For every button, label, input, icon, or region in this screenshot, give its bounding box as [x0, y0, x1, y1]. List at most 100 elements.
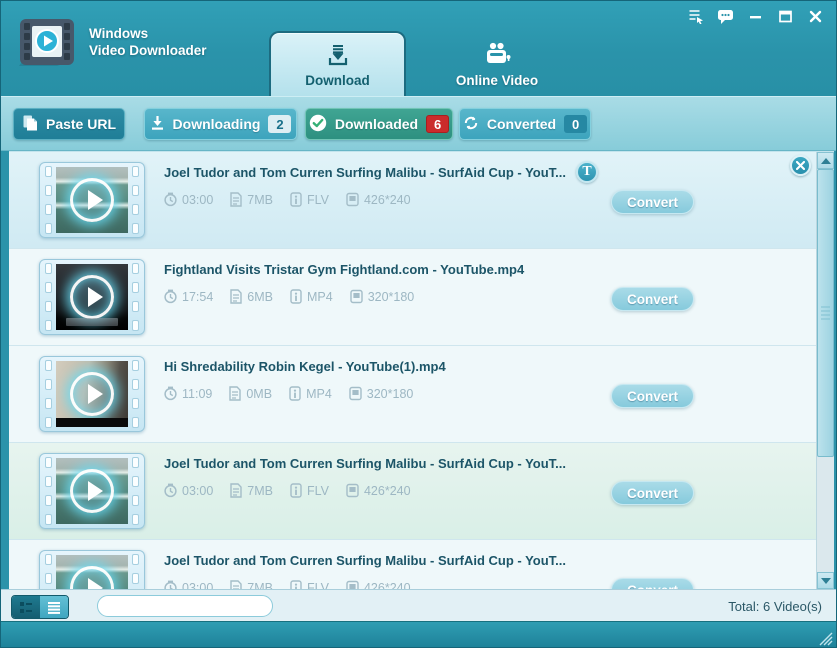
resolution-value: 426*240: [363, 192, 411, 207]
download-tray-icon: [271, 42, 404, 70]
video-list: Joel Tudor and Tom Curren Surfing Malibu…: [9, 151, 834, 589]
scroll-down-button[interactable]: [817, 572, 834, 589]
video-row[interactable]: Joel Tudor and Tom Curren Surfing Malibu…: [9, 152, 816, 249]
format-value: MP4: [306, 289, 333, 304]
close-button[interactable]: [807, 8, 824, 24]
video-title: Fightland Visits Tristar Gym Fightland.c…: [164, 261, 525, 277]
thumbnail-view-icon: [20, 601, 32, 613]
video-rows: Joel Tudor and Tom Curren Surfing Malibu…: [9, 152, 816, 589]
play-icon[interactable]: [70, 372, 114, 416]
video-row[interactable]: Hi Shredability Robin Kegel - YouTube(1)…: [9, 346, 816, 443]
duration-value: 11:09: [182, 386, 213, 401]
format-value: FLV: [306, 192, 329, 207]
resolution-value: 426*240: [363, 483, 411, 498]
app-window: Windows Video Downloader Download Online…: [0, 0, 837, 648]
resolution-value: 320*180: [367, 289, 415, 304]
video-meta: 03:00 7MB FLV 426*240: [164, 580, 411, 589]
play-icon[interactable]: [70, 469, 114, 513]
video-meta: 11:09 0MB MP4 320*180: [164, 386, 413, 401]
tab-download[interactable]: Download: [269, 31, 406, 96]
scroll-thumb-grip: [821, 304, 830, 323]
video-meta: 03:00 7MB FLV 426*240: [164, 483, 411, 498]
tab-online-video[interactable]: Online Video: [429, 31, 565, 96]
toolbar: Paste URL Downloading 2 Downloaded 6 Con…: [1, 96, 836, 246]
resolution-value: 426*240: [363, 580, 411, 590]
duration-value: 03:00: [182, 192, 214, 207]
arrow-up-icon: [820, 157, 831, 164]
app-title: Windows Video Downloader: [89, 26, 207, 58]
play-icon[interactable]: [70, 178, 114, 222]
convert-button[interactable]: Convert: [611, 287, 694, 311]
size-value: 6MB: [247, 289, 273, 304]
arrow-down-icon: [820, 577, 831, 584]
convert-button[interactable]: Convert: [611, 578, 694, 589]
form-select-icon[interactable]: [687, 8, 704, 24]
search-box: [97, 595, 273, 617]
thumbnail-view-button[interactable]: [12, 596, 40, 618]
downloading-count-badge: 2: [268, 115, 292, 133]
paste-document-icon: [22, 114, 38, 135]
check-circle-icon: [309, 114, 327, 135]
size-value: 7MB: [247, 483, 273, 498]
chat-icon[interactable]: [717, 8, 734, 24]
video-meta: 03:00 7MB FLV 426*240: [164, 192, 411, 207]
format-value: FLV: [306, 580, 329, 590]
size-value: 7MB: [247, 580, 273, 590]
video-meta: 17:54 6MB MP4 320*180: [164, 289, 414, 304]
video-title: Joel Tudor and Tom Curren Surfing Malibu…: [164, 455, 567, 471]
video-row[interactable]: Fightland Visits Tristar Gym Fightland.c…: [9, 249, 816, 346]
list-view-button[interactable]: [40, 596, 68, 618]
scrollbar: [816, 152, 834, 589]
filter-downloading-button[interactable]: Downloading 2: [144, 108, 297, 140]
resize-grip[interactable]: [819, 632, 833, 646]
paste-url-button[interactable]: Paste URL: [13, 108, 125, 140]
converted-count-badge: 0: [564, 115, 588, 133]
window-controls: [687, 8, 824, 24]
row-close-button[interactable]: [790, 155, 811, 176]
play-icon[interactable]: [70, 275, 114, 319]
search-input[interactable]: [112, 598, 271, 614]
convert-button[interactable]: Convert: [611, 384, 694, 408]
filter-downloaded-button[interactable]: Downloaded 6: [305, 108, 453, 140]
format-value: MP4: [306, 386, 332, 401]
tab-online-video-label: Online Video: [455, 73, 539, 88]
downloading-label: Downloading: [172, 116, 261, 132]
title-tag-badge: T: [576, 161, 599, 183]
video-title: Hi Shredability Robin Kegel - YouTube(1)…: [164, 358, 446, 374]
size-value: 7MB: [247, 192, 273, 207]
duration-value: 03:00: [182, 580, 214, 590]
video-thumbnail-filmstrip: [39, 356, 145, 432]
converted-label: Converted: [486, 116, 557, 132]
filter-converted-button[interactable]: Converted 0: [459, 108, 591, 140]
video-row[interactable]: Joel Tudor and Tom Curren Surfing Malibu…: [9, 443, 816, 540]
size-value: 0MB: [246, 386, 273, 401]
scroll-thumb[interactable]: [817, 169, 834, 457]
minimize-button[interactable]: [747, 8, 764, 24]
total-count: Total: 6 Video(s): [728, 598, 822, 614]
video-title: Joel Tudor and Tom Curren Surfing Malibu…: [164, 164, 567, 180]
paste-url-label: Paste URL: [45, 116, 117, 132]
downloaded-count-badge: 6: [426, 115, 450, 133]
video-camera-icon: [429, 40, 565, 68]
duration-value: 03:00: [182, 483, 214, 498]
view-toggle: [11, 595, 69, 619]
video-row[interactable]: Joel Tudor and Tom Curren Surfing Malibu…: [9, 540, 816, 589]
play-icon[interactable]: [70, 566, 114, 589]
convert-button[interactable]: Convert: [611, 190, 694, 214]
resolution-value: 320*180: [366, 386, 414, 401]
bottom-frame: [1, 621, 836, 647]
video-thumbnail-filmstrip: [39, 550, 145, 589]
list-view-icon: [48, 601, 60, 614]
maximize-button[interactable]: [777, 8, 794, 24]
download-arrow-icon: [150, 115, 165, 134]
app-logo-filmstrip-play-icon: [17, 16, 77, 72]
video-thumbnail-filmstrip: [39, 162, 145, 238]
convert-button[interactable]: Convert: [611, 481, 694, 505]
titlebar: Windows Video Downloader Download Online…: [1, 1, 836, 96]
format-value: FLV: [306, 483, 329, 498]
scroll-up-button[interactable]: [817, 152, 834, 169]
refresh-icon: [463, 115, 479, 134]
video-thumbnail-filmstrip: [39, 259, 145, 335]
duration-value: 17:54: [182, 289, 214, 304]
downloaded-label: Downloaded: [334, 116, 419, 132]
